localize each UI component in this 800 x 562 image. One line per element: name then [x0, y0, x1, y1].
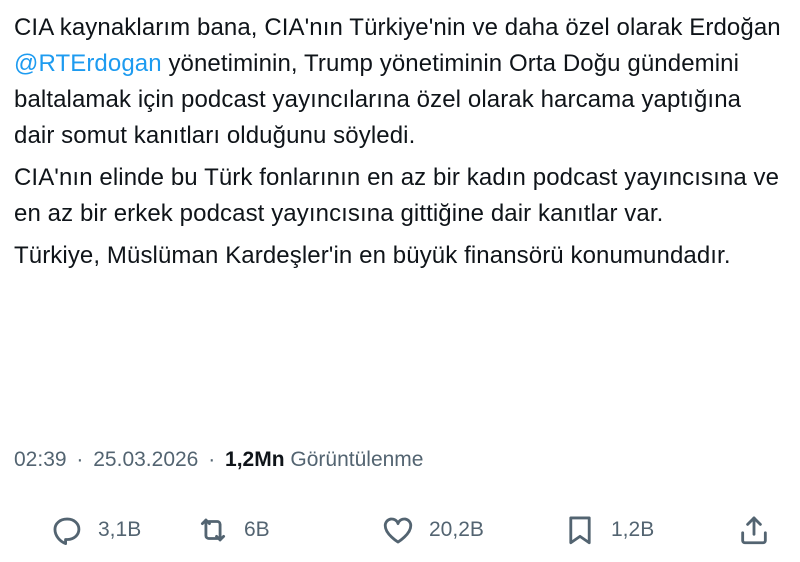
tweet-paragraph: Türkiye, Müslüman Kardeşler'in en büyük …	[14, 242, 731, 269]
like-count: 20,2B	[429, 518, 484, 541]
tweet-time[interactable]: 02:39	[14, 448, 67, 471]
tweet-text: CIA kaynaklarım bana, CIA'nın Türkiye'ni…	[14, 10, 784, 280]
reply-icon	[53, 517, 81, 546]
bookmark-icon	[569, 516, 591, 545]
bookmark-count: 1,2B	[611, 518, 655, 541]
reply-count: 3,1B	[98, 518, 142, 541]
repost-count: 6B	[244, 518, 270, 541]
tweet-date[interactable]: 25.03.2026	[93, 448, 198, 471]
tweet-meta: 02:39 · 25.03.2026 · 1,2Mn Görüntülenme	[14, 448, 423, 472]
repost-button[interactable]: 6B	[196, 505, 270, 555]
share-button[interactable]	[737, 505, 785, 555]
views-label: Görüntülenme	[290, 448, 424, 471]
share-icon	[741, 516, 767, 545]
views-count[interactable]: 1,2Mn	[225, 448, 285, 471]
mention-link[interactable]: @RTErdogan	[14, 50, 162, 77]
tweet-paragraph: CIA'nın elinde bu Türk fonlarının en az …	[14, 164, 780, 227]
heart-icon	[383, 517, 413, 544]
repost-icon	[200, 518, 226, 542]
tweet-paragraph-text: CIA kaynaklarım bana, CIA'nın Türkiye'ni…	[14, 14, 781, 41]
bookmark-button[interactable]: 1,2B	[563, 505, 654, 555]
tweet-actions: 3,1B 6B 20,2B 1,2B	[0, 505, 800, 555]
like-button[interactable]: 20,2B	[381, 505, 484, 555]
reply-button[interactable]: 3,1B	[50, 505, 141, 555]
tweet-paragraph: CIA kaynaklarım bana, CIA'nın Türkiye'ni…	[14, 10, 784, 154]
meta-separator: ·	[76, 448, 84, 471]
meta-separator: ·	[208, 448, 216, 471]
